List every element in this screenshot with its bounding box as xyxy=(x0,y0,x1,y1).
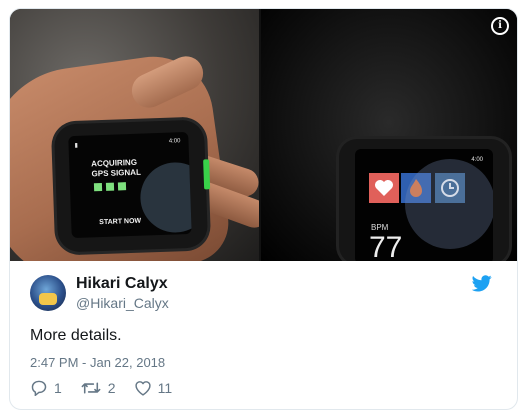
like-count: 11 xyxy=(157,380,173,396)
retweet-button[interactable]: 2 xyxy=(80,380,116,396)
like-button[interactable]: 11 xyxy=(134,380,173,396)
tweet-text: More details. xyxy=(30,327,122,344)
tweet-timestamp[interactable]: 2:47 PM - Jan 22, 2018 xyxy=(30,355,165,370)
avatar[interactable] xyxy=(30,275,66,311)
watch-screen-right: 4:00 BPM 77 xyxy=(355,149,493,261)
media-photo-right[interactable]: 4:00 BPM 77 i xyxy=(261,9,517,261)
author-name[interactable]: Hikari Calyx xyxy=(76,275,168,293)
screen-glare xyxy=(405,159,493,249)
retweet-count: 2 xyxy=(107,380,116,396)
bpm-value: 77 xyxy=(369,231,403,261)
author-handle[interactable]: @Hikari_Calyx xyxy=(76,295,169,311)
tweet-media[interactable]: ▮ 4:00 ACQUIRING GPS SIGNAL START NOW 4:… xyxy=(10,9,517,261)
heart-tile-icon xyxy=(369,173,399,203)
reply-count: 1 xyxy=(54,380,62,396)
smartwatch-right: 4:00 BPM 77 xyxy=(339,139,509,261)
reply-icon xyxy=(31,380,47,396)
start-now-label: START NOW xyxy=(99,217,142,227)
tweet-card[interactable]: ▮ 4:00 ACQUIRING GPS SIGNAL START NOW 4:… xyxy=(9,8,518,410)
watch-time: 4:00 xyxy=(471,157,483,163)
signal-square xyxy=(105,182,115,191)
media-photo-left[interactable]: ▮ 4:00 ACQUIRING GPS SIGNAL START NOW xyxy=(10,9,259,261)
signal-square xyxy=(93,183,103,192)
smartwatch-left: ▮ 4:00 ACQUIRING GPS SIGNAL START NOW xyxy=(53,119,211,253)
battery-icon: ▮ xyxy=(74,142,78,149)
heart-icon xyxy=(134,381,151,396)
retweet-icon xyxy=(81,382,101,394)
watch-time: 4:00 xyxy=(168,138,181,145)
tweet-actions: 1 2 11 xyxy=(30,377,190,399)
screen-glare xyxy=(139,161,192,234)
twitter-bird-icon[interactable] xyxy=(471,275,492,292)
signal-square xyxy=(117,182,127,191)
reply-button[interactable]: 1 xyxy=(30,380,62,396)
gps-headline-line2: GPS SIGNAL xyxy=(91,167,142,179)
gps-headline: ACQUIRING GPS SIGNAL xyxy=(91,158,141,180)
watch-side-button xyxy=(203,159,211,190)
info-icon[interactable]: i xyxy=(491,17,509,35)
watch-screen-left: ▮ 4:00 ACQUIRING GPS SIGNAL START NOW xyxy=(68,131,192,239)
